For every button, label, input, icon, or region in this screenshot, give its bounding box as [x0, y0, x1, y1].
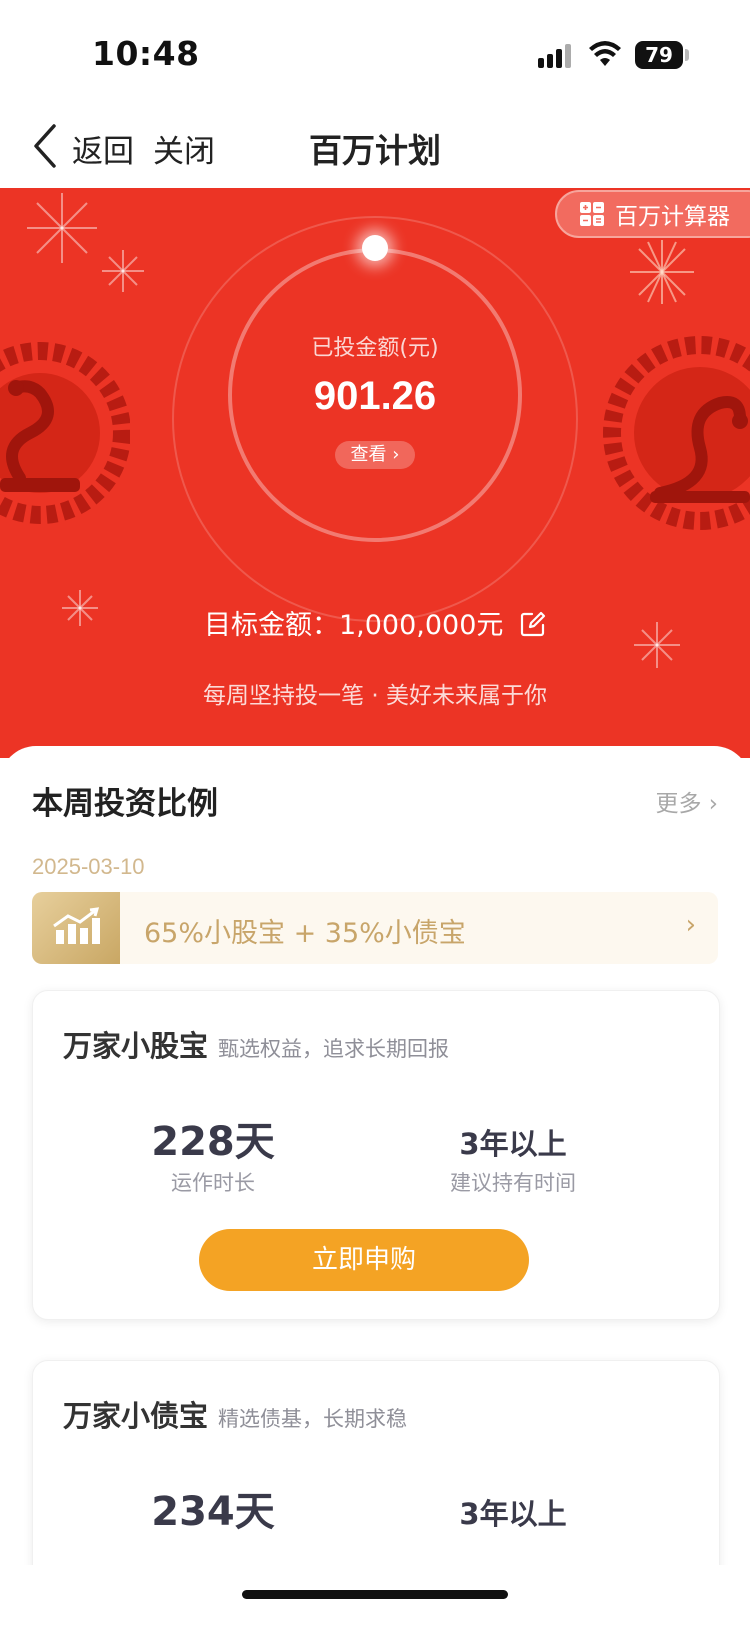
more-link[interactable]: 更多 › — [655, 784, 718, 818]
hold-period-label: 建议持有时间 — [450, 1171, 576, 1195]
allocation-ratio-text: 65%小股宝 + 35%小债宝 — [144, 918, 466, 949]
battery-indicator: 79 — [635, 41, 683, 69]
nav-bar: 返回 关闭 百万计划 — [0, 110, 750, 188]
buy-now-button[interactable]: 立即申购 — [199, 1229, 529, 1291]
weekly-ratio-title: 本周投资比例 — [32, 786, 218, 822]
calculator-label: 百万计算器 — [615, 204, 730, 230]
product-name: 万家小债宝 精选债基，长期求稳 — [63, 1393, 407, 1435]
product-name: 万家小股宝 甄选权益，追求长期回报 — [63, 1023, 449, 1065]
million-calculator-button[interactable]: 百万计算器 — [555, 190, 750, 238]
week-date: 2025-03-10 — [32, 854, 145, 879]
product-card: 万家小股宝 甄选权益，追求长期回报 228天 运作时长 3年以上 建议持有时间 立… — [32, 990, 720, 1320]
battery-tip — [685, 49, 689, 61]
hold-period-value: 3年以上 — [459, 1127, 567, 1161]
cellular-signal-icon — [538, 44, 576, 68]
product-name-text: 万家小股宝 — [63, 1029, 209, 1063]
target-amount-text: 目标金额：1,000,000元 — [203, 610, 504, 641]
status-bar: 10:48 79 — [0, 0, 750, 110]
calculator-icon — [580, 202, 604, 226]
content-sheet: 本周投资比例 更多 › 2025-03-10 65%小股宝 + 35%小债宝 ›… — [0, 746, 750, 1622]
hold-period-value: 3年以上 — [459, 1497, 567, 1531]
invested-amount-value: 901.26 — [313, 374, 437, 418]
product-name-text: 万家小债宝 — [63, 1399, 209, 1433]
invested-amount-label: 已投金额(元) — [311, 336, 439, 361]
product-tagline: 甄选权益，追求长期回报 — [218, 1037, 450, 1061]
home-indicator[interactable] — [242, 1590, 508, 1599]
running-days-value: 228天 — [151, 1119, 275, 1165]
edit-icon[interactable] — [520, 611, 546, 637]
product-tagline: 精选债基，长期求稳 — [218, 1407, 408, 1431]
sparkle-icon — [102, 250, 144, 292]
running-days-value: 234天 — [151, 1489, 275, 1535]
hero-banner: 百万计算器 已投金额(元) 901.26 查看 › 目标金额：1,000,000… — [0, 188, 750, 758]
progress-indicator-dot — [362, 235, 388, 261]
allocation-ratio-bar[interactable]: 65%小股宝 + 35%小债宝 › — [32, 892, 718, 964]
snake-papercut-decoration — [0, 342, 130, 524]
hero-slogan: 每周坚持投一笔 · 美好未来属于你 — [203, 683, 547, 709]
target-amount-row: 目标金额：1,000,000元 — [0, 603, 750, 642]
firework-decoration-icon — [27, 193, 97, 263]
chevron-right-icon: › — [685, 910, 696, 940]
running-days-label: 运作时长 — [171, 1171, 255, 1195]
snake-papercut-decoration — [603, 336, 750, 530]
page-title: 百万计划 — [309, 131, 441, 170]
status-time: 10:48 — [92, 34, 200, 73]
wifi-icon — [589, 41, 621, 66]
ratio-icon-box — [32, 892, 120, 964]
chart-trend-icon — [53, 907, 100, 944]
view-invested-button[interactable]: 查看 › — [335, 441, 415, 469]
firework-decoration-icon — [630, 240, 694, 304]
